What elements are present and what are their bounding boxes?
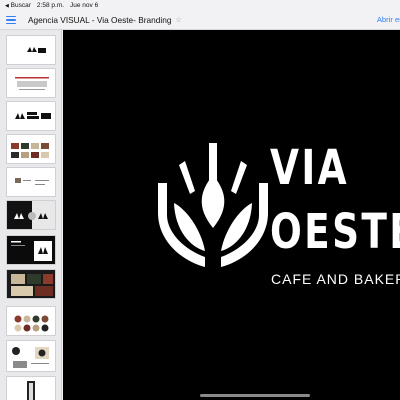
document-title: Agencia VISUAL - Via Oeste- Branding xyxy=(28,15,172,25)
thumbnail-preview xyxy=(14,315,49,332)
brand-tagline: CAFE AND BAKER xyxy=(271,271,400,287)
thumbnail-preview xyxy=(11,274,53,296)
slide-thumbnail[interactable] xyxy=(6,376,56,400)
open-in-button[interactable]: Abrir en Ac xyxy=(377,15,400,24)
status-date: Jue nov 6 xyxy=(70,2,99,9)
list-icon-line xyxy=(6,22,16,25)
thumbnail-preview xyxy=(15,178,49,185)
home-indicator[interactable] xyxy=(200,394,310,397)
thumbnail-preview xyxy=(11,143,49,158)
document-toolbar: Agencia VISUAL - Via Oeste- Branding ☆ A… xyxy=(0,11,400,30)
slide-thumbnail[interactable] xyxy=(6,306,56,336)
slide-thumbnail[interactable] xyxy=(6,68,56,98)
thumbnail-preview xyxy=(27,381,35,400)
slide-thumbnail[interactable] xyxy=(6,235,56,265)
thumbnail-list-button[interactable] xyxy=(6,13,20,27)
slide-canvas: VIA OESTE CAFE AND BAKER xyxy=(63,30,400,400)
thumbnail-sidebar[interactable] xyxy=(0,30,62,400)
thumbnail-preview xyxy=(15,112,51,119)
status-time: 2:58 p.m. xyxy=(36,2,65,9)
slide-thumbnail[interactable] xyxy=(6,101,56,131)
brand-name-line2: OESTE xyxy=(270,204,400,260)
back-to-search[interactable]: ◀ Buscar xyxy=(5,2,31,9)
brand-name-line1: VIA xyxy=(270,140,349,196)
slide-thumbnail[interactable] xyxy=(6,200,56,230)
thumbnail-preview xyxy=(7,201,55,229)
back-arrow-icon: ◀ xyxy=(5,3,9,9)
wheat-logo-icon xyxy=(158,143,268,267)
slide-thumbnail[interactable] xyxy=(6,167,56,197)
slide-thumbnail[interactable] xyxy=(6,340,56,372)
status-bar: ◀ Buscar 2:58 p.m. Jue nov 6 xyxy=(0,0,400,11)
slide-thumbnail[interactable] xyxy=(6,35,56,65)
list-icon xyxy=(6,15,16,18)
star-icon[interactable]: ☆ xyxy=(175,16,181,24)
thumbnail-preview xyxy=(11,241,52,261)
thumbnail-preview xyxy=(15,77,49,90)
slide-thumbnail[interactable] xyxy=(6,269,56,299)
list-icon-line xyxy=(6,19,16,21)
back-label: Buscar xyxy=(10,2,31,9)
thumbnail-preview xyxy=(27,47,46,53)
thumbnail-preview xyxy=(12,347,49,368)
slide-thumbnail[interactable] xyxy=(6,134,56,164)
